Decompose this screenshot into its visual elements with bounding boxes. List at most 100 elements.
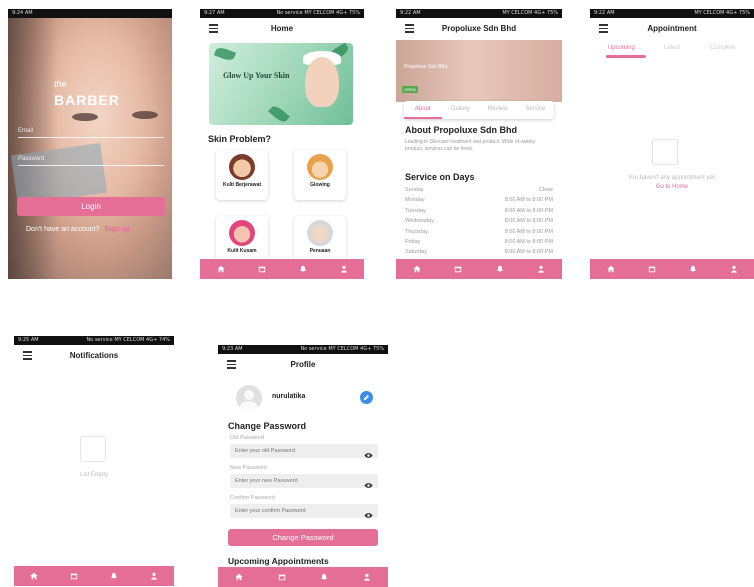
about-text: Leading in Skincare treatment and produc… <box>405 139 536 152</box>
change-password-button[interactable]: Change Password <box>228 529 378 546</box>
calendar-icon[interactable] <box>643 260 661 278</box>
bottom-nav <box>590 259 754 279</box>
empty-state: You haven't any appointment yet. Go to H… <box>594 174 750 192</box>
eye-icon[interactable] <box>364 507 373 518</box>
calendar-icon[interactable] <box>273 568 291 586</box>
app-bar: Appointment <box>590 18 754 40</box>
bottom-nav <box>200 259 364 279</box>
day-cell: Tuesday <box>405 207 426 214</box>
tab-latest[interactable]: Latest <box>647 45 698 59</box>
company-tabs: About Gallery Review Service <box>404 101 554 119</box>
avatar <box>307 220 333 246</box>
time-cell: 8:00 AM to 8:00 PM <box>504 207 553 214</box>
tab-about[interactable]: About <box>404 101 442 119</box>
email-field[interactable]: Email <box>18 122 164 138</box>
tab-review[interactable]: Review <box>479 101 517 119</box>
status-network: No service MY CELCOM 4G+ 75% <box>300 346 384 352</box>
banner-title: Glow Up Your Skin <box>223 71 290 80</box>
status-time: 9:24 AM <box>12 10 33 16</box>
status-network: MY CELCOM 4G+ 75% <box>502 10 558 16</box>
promo-banner[interactable]: Glow Up Your Skin <box>209 43 353 125</box>
hero-text: Propoluxe Sdn Bhd <box>404 64 448 70</box>
page-title: Notifications <box>69 351 119 360</box>
day-cell: Monday <box>405 197 425 204</box>
home-icon[interactable] <box>212 260 230 278</box>
brand-small-text: the <box>54 79 67 89</box>
tab-gallery[interactable]: Gallery <box>442 101 480 119</box>
status-time: 9:22 AM <box>400 10 421 16</box>
new-password-label: New Password <box>230 465 267 471</box>
appointment-tabs: Upcoming Latest Complete <box>596 45 748 59</box>
person-icon[interactable] <box>532 260 550 278</box>
old-password-input[interactable] <box>230 444 378 458</box>
profile-username: nurulatika <box>272 393 306 400</box>
about-heading: About Propoluxe Sdn Bhd <box>405 125 517 135</box>
new-password-input[interactable] <box>230 474 378 488</box>
table-row: Monday 8:00 AM to 8:00 PM <box>405 197 553 207</box>
bell-icon[interactable] <box>105 567 123 585</box>
bell-icon[interactable] <box>315 568 333 586</box>
go-home-link[interactable]: Go to Home <box>594 183 750 192</box>
pencil-icon[interactable] <box>360 391 373 404</box>
card-label: Kulit Kusam <box>227 248 257 254</box>
calendar-icon[interactable] <box>449 260 467 278</box>
table-row: Friday 8:00 AM to 8:00 PM <box>405 239 553 249</box>
tab-service[interactable]: Service <box>517 101 555 119</box>
section-title: Skin Problem? <box>208 134 272 144</box>
login-screen: 9:24 AM the BARBER Email Password Login … <box>8 9 172 279</box>
confirm-password-input[interactable] <box>230 504 378 518</box>
status-bar: 9:22 AM MY CELCOM 4G+ 75% <box>396 9 562 18</box>
time-cell: 8:00 AM to 8:00 PM <box>504 218 553 225</box>
avatar <box>229 220 255 246</box>
status-bar: 9:24 AM <box>8 9 172 18</box>
day-cell: Friday <box>405 238 421 245</box>
app-bar: Home <box>200 18 364 40</box>
status-bar: 9:25 AM No service MY CELCOM 4G+ 74% <box>14 336 174 345</box>
person-icon[interactable] <box>145 567 163 585</box>
home-icon[interactable] <box>230 568 248 586</box>
empty-text: You haven't any appointment yet. <box>627 175 717 181</box>
empty-text: List Empty <box>79 472 108 478</box>
home-icon[interactable] <box>602 260 620 278</box>
avatar <box>307 154 333 180</box>
page-title: Propoluxe Sdn Bhd <box>441 24 517 33</box>
company-hero-image: Propoluxe Sdn Bhd OPEN <box>396 40 562 102</box>
bell-icon[interactable] <box>684 260 702 278</box>
bell-icon[interactable] <box>491 260 509 278</box>
bottom-nav <box>14 566 174 586</box>
home-icon[interactable] <box>25 567 43 585</box>
card-label: Glowing <box>310 182 330 188</box>
bell-icon[interactable] <box>294 260 312 278</box>
card-label: Kulit Berjerawat <box>222 182 262 188</box>
person-icon[interactable] <box>358 568 376 586</box>
person-icon[interactable] <box>335 260 353 278</box>
eye-icon[interactable] <box>364 447 373 458</box>
signup-link[interactable]: Sign up <box>104 226 130 233</box>
status-bar: 9:27 AM No service MY CELCOM 4G+ 75% <box>200 9 364 18</box>
page-title: Appointment <box>647 24 697 33</box>
table-row: Sunday Close <box>405 187 553 197</box>
person-icon[interactable] <box>725 260 743 278</box>
page-title: Home <box>270 24 294 33</box>
calendar-icon[interactable] <box>65 567 83 585</box>
signup-prompt: Don't have an account? Sign up <box>26 226 130 233</box>
tab-complete[interactable]: Complete <box>697 45 748 59</box>
skin-card[interactable]: Kulit Berjerawat <box>216 150 268 200</box>
avatar <box>236 385 262 411</box>
password-field[interactable]: Password <box>18 150 164 166</box>
bottom-nav <box>396 259 562 279</box>
calendar-icon[interactable] <box>253 260 271 278</box>
login-button[interactable]: Login <box>17 197 165 216</box>
skin-card[interactable]: Glowing <box>294 150 346 200</box>
status-time: 9:25 AM <box>18 337 39 343</box>
eye-icon[interactable] <box>364 477 373 488</box>
empty-calendar-icon <box>652 139 678 165</box>
table-row: Tuesday 8:00 AM to 8:00 PM <box>405 208 553 218</box>
table-row: Thursday 8:00 AM to 8:00 PM <box>405 229 553 239</box>
home-icon[interactable] <box>408 260 426 278</box>
tab-indicator <box>606 55 646 58</box>
status-network: No service MY CELCOM 4G+ 75% <box>276 10 360 16</box>
day-cell: Thursday <box>405 228 428 235</box>
app-bar: Notifications <box>14 345 174 367</box>
confirm-password-label: Confirm Password <box>230 495 275 501</box>
